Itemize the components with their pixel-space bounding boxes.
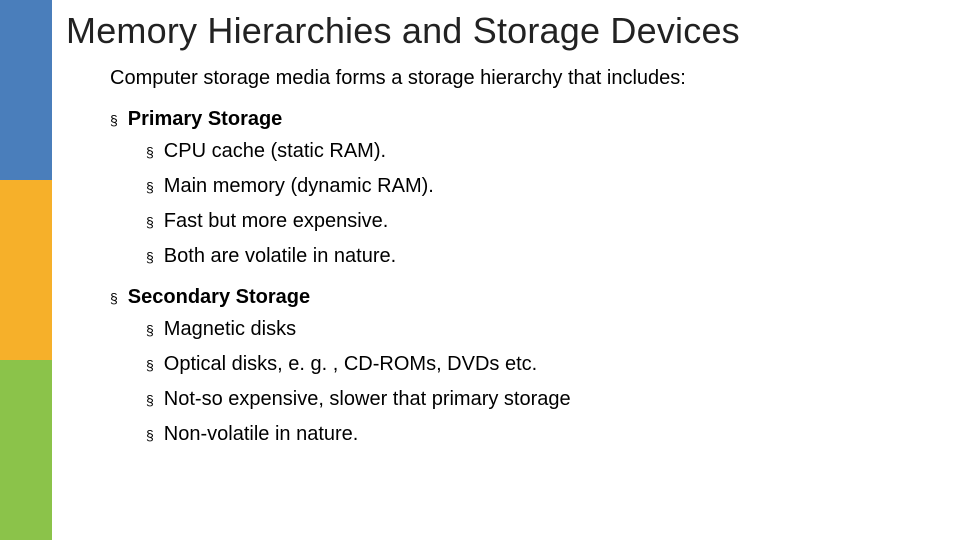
item-text: Non-volatile in nature.: [164, 421, 359, 448]
bullet-icon: §: [146, 353, 154, 377]
accent-bar-green: [0, 360, 52, 540]
item-list: § Magnetic disks § Optical disks, e. g. , …: [146, 316, 930, 448]
item-text: Magnetic disks: [164, 316, 296, 343]
bullet-icon: §: [110, 286, 118, 310]
slide-title: Memory Hierarchies and Storage Devices: [66, 10, 930, 51]
list-item: § Magnetic disks: [146, 316, 930, 343]
accent-bar-yellow: [0, 180, 52, 360]
list-item: § CPU cache (static RAM).: [146, 138, 930, 165]
bullet-icon: §: [146, 245, 154, 269]
item-text: Not-so expensive, slower that primary st…: [164, 386, 571, 413]
bullet-icon: §: [146, 423, 154, 447]
list-item: § Not-so expensive, slower that primary s…: [146, 386, 930, 413]
item-text: CPU cache (static RAM).: [164, 138, 386, 165]
content-area: Memory Hierarchies and Storage Devices C…: [52, 0, 960, 540]
bullet-icon: §: [146, 210, 154, 234]
slide-subtitle: Computer storage media forms a storage h…: [110, 67, 930, 90]
list-item: § Non-volatile in nature.: [146, 421, 930, 448]
item-text: Optical disks, e. g. , CD-ROMs, DVDs etc…: [164, 351, 537, 378]
list-item: § Main memory (dynamic RAM).: [146, 173, 930, 200]
bullet-icon: §: [146, 140, 154, 164]
section-heading: Secondary Storage: [128, 286, 310, 309]
section-primary-storage: § Primary Storage § CPU cache (static RAM…: [110, 108, 930, 270]
accent-bar-blue: [0, 0, 52, 180]
section-list: § Primary Storage § CPU cache (static RAM…: [110, 108, 930, 448]
section-heading: Primary Storage: [128, 108, 283, 131]
bullet-icon: §: [146, 318, 154, 342]
slide: Memory Hierarchies and Storage Devices C…: [0, 0, 960, 540]
list-item: § Both are volatile in nature.: [146, 243, 930, 270]
bullet-icon: §: [146, 388, 154, 412]
item-list: § CPU cache (static RAM). § Main memory (d…: [146, 138, 930, 270]
list-item: § Fast but more expensive.: [146, 208, 930, 235]
section-secondary-storage: § Secondary Storage § Magnetic disks § Opt…: [110, 286, 930, 448]
list-item: § Optical disks, e. g. , CD-ROMs, DVDs et…: [146, 351, 930, 378]
item-text: Main memory (dynamic RAM).: [164, 173, 434, 200]
item-text: Fast but more expensive.: [164, 208, 389, 235]
bullet-icon: §: [110, 108, 118, 132]
bullet-icon: §: [146, 175, 154, 199]
sidebar-accent: [0, 0, 52, 540]
item-text: Both are volatile in nature.: [164, 243, 396, 270]
